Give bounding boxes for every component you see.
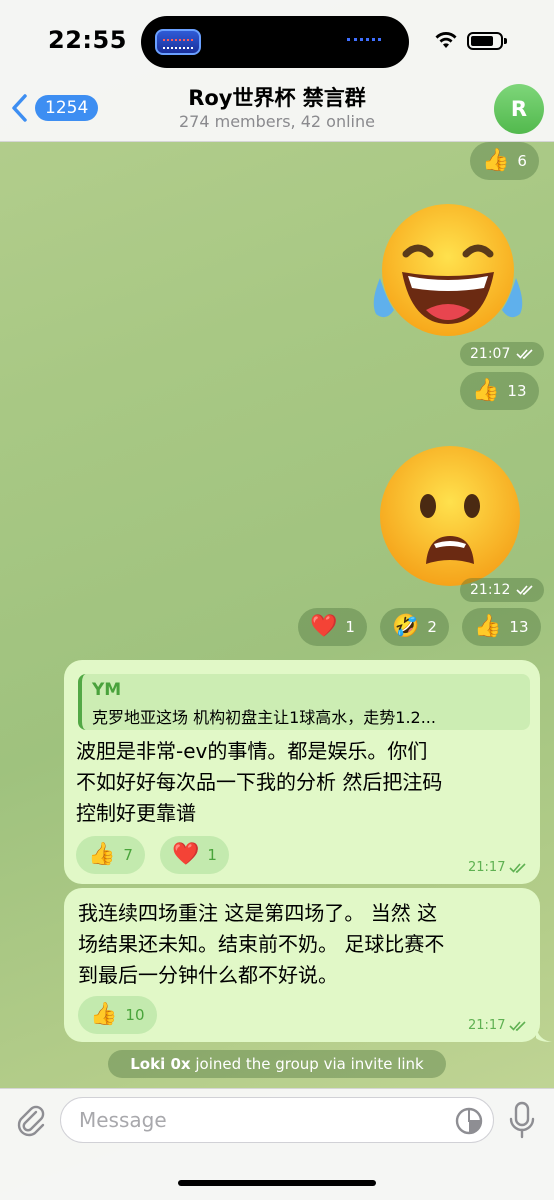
heart-icon: ❤️ <box>172 842 200 867</box>
activity-indicator-icon <box>347 38 381 44</box>
reaction-count: 13 <box>509 618 529 636</box>
message-time-chip: 21:07 <box>460 342 545 366</box>
reaction-count: 1 <box>345 618 355 636</box>
outgoing-message-bubble[interactable]: YM 克罗地亚这场 机构初盘主让1球高水，走势1.2... 波胆是非常-ev的事… <box>64 660 540 884</box>
chat-title[interactable]: Roy世界杯 禁言群 <box>0 82 554 112</box>
sticker-icon[interactable] <box>455 1107 483 1135</box>
message-time: 21:12 <box>470 582 511 598</box>
message-line: 场结果还未知。结束前不奶。 足球比赛不 <box>78 932 445 956</box>
wifi-icon <box>435 32 457 48</box>
message-line: 我连续四场重注 这是第四场了。 当然 这 <box>78 901 438 925</box>
reply-preview: 克罗地亚这场 机构初盘主让1球高水，走势1.2... <box>92 708 436 727</box>
service-text: joined the group via invite link <box>190 1055 424 1073</box>
reaction-heart[interactable]: ❤️ 1 <box>298 608 367 646</box>
reaction-thumbs-up[interactable]: 👍 6 <box>470 142 539 180</box>
chat-header: 1254 Roy世界杯 禁言群 274 members, 42 online R <box>0 70 554 142</box>
message-line: 控制好更靠谱 <box>76 801 196 825</box>
battery-icon <box>467 32 507 50</box>
reaction-count: 2 <box>427 618 437 636</box>
message-time: 21:07 <box>470 346 511 362</box>
joined-user-name[interactable]: Loki 0x <box>130 1055 190 1073</box>
message-input[interactable] <box>60 1097 494 1143</box>
status-time: 22:55 <box>48 26 127 54</box>
message-time-chip: 21:17 <box>468 1018 527 1033</box>
reaction-heart[interactable]: ❤️ 1 <box>160 836 229 874</box>
message-time-chip: 21:17 <box>468 860 527 875</box>
group-avatar[interactable]: R <box>494 84 544 134</box>
reaction-thumbs-up[interactable]: 👍 13 <box>462 608 541 646</box>
message-line: 不如好好每次品一下我的分析 然后把注码 <box>76 770 443 794</box>
rofl-icon: 🤣 <box>392 614 420 639</box>
reaction-thumbs-up[interactable]: 👍 13 <box>460 372 539 410</box>
outgoing-message-bubble[interactable]: 我连续四场重注 这是第四场了。 当然 这 场结果还未知。结束前不奶。 足球比赛不… <box>64 888 540 1042</box>
dynamic-island <box>141 16 409 68</box>
bubble-tail-icon <box>536 1026 552 1042</box>
thumbs-up-icon: 👍 <box>472 378 500 403</box>
reaction-count: 6 <box>517 152 527 170</box>
status-bar: 22:55 <box>0 0 554 80</box>
live-activity-icon <box>155 29 201 55</box>
reaction-thumbs-up[interactable]: 👍 10 <box>78 996 157 1034</box>
microphone-icon[interactable] <box>508 1101 536 1139</box>
thumbs-up-icon: 👍 <box>474 614 502 639</box>
double-check-icon <box>516 349 533 359</box>
reaction-count: 10 <box>125 1006 145 1024</box>
message-time: 21:17 <box>468 1018 506 1033</box>
thumbs-up-icon: 👍 <box>482 148 510 173</box>
reaction-count: 1 <box>207 846 217 864</box>
chat-subtitle: 274 members, 42 online <box>179 112 375 131</box>
double-check-icon <box>516 585 533 595</box>
double-check-icon <box>509 1020 527 1031</box>
home-indicator <box>178 1180 376 1186</box>
sticker-message[interactable] <box>374 440 526 592</box>
reaction-count: 13 <box>507 382 527 400</box>
reaction-rofl[interactable]: 🤣 2 <box>380 608 449 646</box>
reply-author: YM <box>92 680 122 700</box>
frowning-open-mouth-emoji-icon <box>380 446 520 586</box>
paperclip-icon[interactable] <box>16 1103 46 1137</box>
double-check-icon <box>509 862 527 873</box>
message-time-chip: 21:12 <box>460 578 545 602</box>
message-line: 到最后一分钟什么都不好说。 <box>78 963 338 987</box>
service-message: Loki 0x joined the group via invite link <box>108 1050 446 1078</box>
reply-quote[interactable]: YM 克罗地亚这场 机构初盘主让1球高水，走势1.2... <box>78 674 530 730</box>
thumbs-up-icon: 👍 <box>90 1002 118 1027</box>
message-line: 波胆是非常-ev的事情。都是娱乐。你们 <box>76 739 428 763</box>
sticker-message[interactable] <box>372 198 524 350</box>
reaction-count: 7 <box>123 846 133 864</box>
heart-icon: ❤️ <box>310 614 338 639</box>
thumbs-up-icon: 👍 <box>88 842 116 867</box>
reaction-thumbs-up[interactable]: 👍 7 <box>76 836 145 874</box>
message-time: 21:17 <box>468 860 506 875</box>
laughing-tears-emoji-icon <box>373 204 523 336</box>
